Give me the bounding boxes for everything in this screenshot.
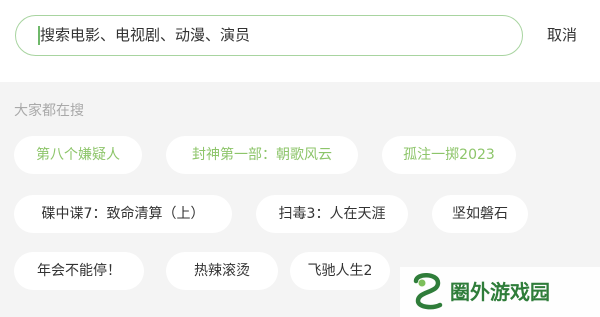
search-tag[interactable]: 扫毒3：人在天涯 <box>256 195 408 233</box>
section-title: 大家都在搜 <box>14 103 84 119</box>
search-tag[interactable]: 飞驰人生2 <box>290 252 390 290</box>
hot-search-tag[interactable]: 孤注一掷2023 <box>382 136 516 174</box>
search-tag[interactable]: 年会不能停！ <box>14 252 144 290</box>
watermark: 圈外游戏园 <box>400 267 600 317</box>
watermark-text: 圈外游戏园 <box>450 280 550 304</box>
search-placeholder: 搜索电影、电视剧、动漫、演员 <box>40 26 251 44</box>
hot-search-tag[interactable]: 第八个嫌疑人 <box>14 136 142 174</box>
hot-search-tag[interactable]: 封神第一部：朝歌风云 <box>166 136 358 174</box>
search-tag[interactable]: 热辣滚烫 <box>166 252 278 290</box>
cancel-button[interactable]: 取消 <box>547 24 577 46</box>
search-tag[interactable]: 碟中谍7：致命清算（上） <box>14 195 232 233</box>
watermark-logo-icon <box>413 273 443 310</box>
search-tag[interactable]: 坚如磐石 <box>432 195 528 233</box>
